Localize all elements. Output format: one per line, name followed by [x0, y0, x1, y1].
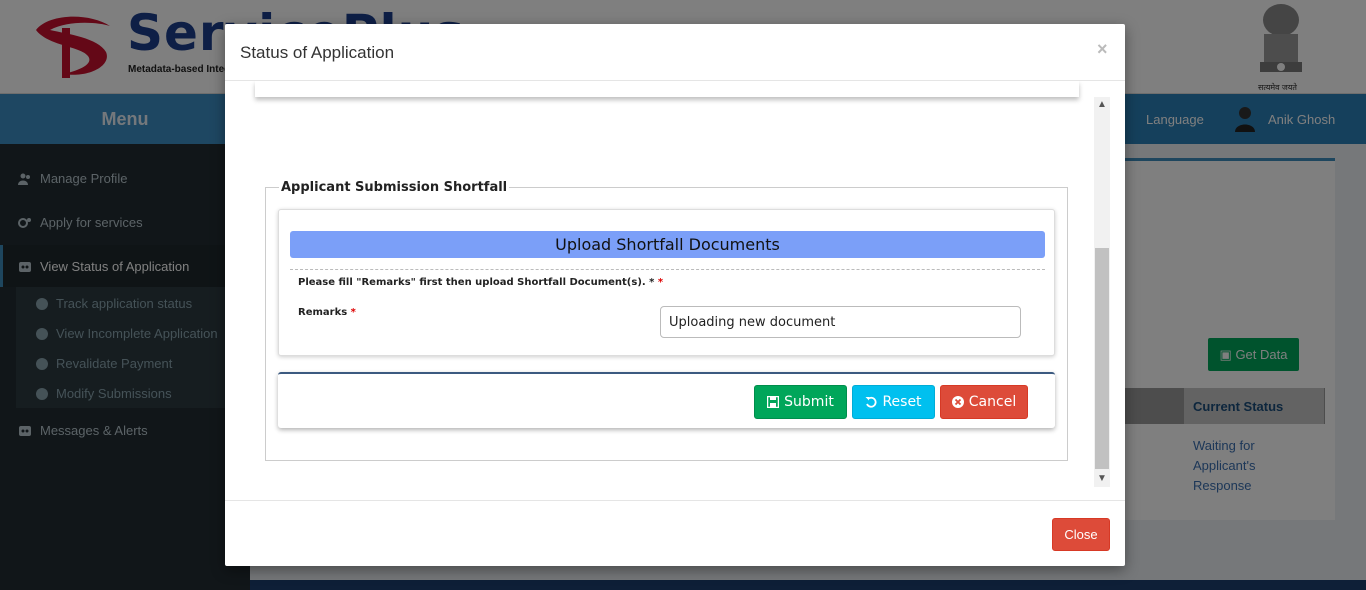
remarks-input[interactable] — [660, 306, 1021, 338]
upload-panel: Upload Shortfall Documents Please fill "… — [278, 209, 1055, 356]
submit-label: Submit — [784, 394, 834, 410]
remarks-note-text: Please fill "Remarks" first then upload … — [298, 277, 655, 288]
reset-button[interactable]: Reset — [852, 385, 935, 419]
cancel-button[interactable]: Cancel — [940, 385, 1028, 419]
divider — [290, 269, 1045, 270]
modal-scrollbar[interactable]: ▲ ▼ — [1094, 97, 1110, 487]
remarks-label-text: Remarks — [298, 307, 348, 318]
scroll-down-icon[interactable]: ▼ — [1094, 471, 1110, 487]
previous-panel-edge — [255, 81, 1079, 97]
upload-heading: Upload Shortfall Documents — [290, 231, 1045, 258]
modal-footer: Close — [225, 500, 1125, 566]
modal-title: Status of Application — [240, 43, 395, 62]
close-icon[interactable]: × — [1097, 39, 1108, 60]
undo-icon — [865, 396, 877, 408]
scroll-up-icon[interactable]: ▲ — [1094, 97, 1110, 113]
remarks-note: Please fill "Remarks" first then upload … — [298, 277, 663, 288]
action-panel: Submit Reset Cancel — [278, 372, 1055, 428]
close-button[interactable]: Close — [1052, 518, 1110, 551]
scroll-thumb[interactable] — [1095, 248, 1109, 469]
reset-label: Reset — [882, 394, 922, 410]
required-mark: * — [350, 307, 356, 318]
cancel-label: Cancel — [968, 394, 1017, 410]
status-modal: Status of Application × Applicant Submis… — [225, 24, 1125, 566]
save-icon — [767, 396, 780, 408]
modal-body: Applicant Submission Shortfall Upload Sh… — [225, 81, 1125, 501]
times-circle-icon — [951, 396, 964, 408]
modal-header: Status of Application × — [225, 24, 1125, 81]
remarks-label: Remarks * — [298, 307, 356, 318]
required-mark: * — [657, 277, 664, 288]
fieldset-legend: Applicant Submission Shortfall — [279, 180, 510, 195]
submit-button[interactable]: Submit — [754, 385, 847, 419]
